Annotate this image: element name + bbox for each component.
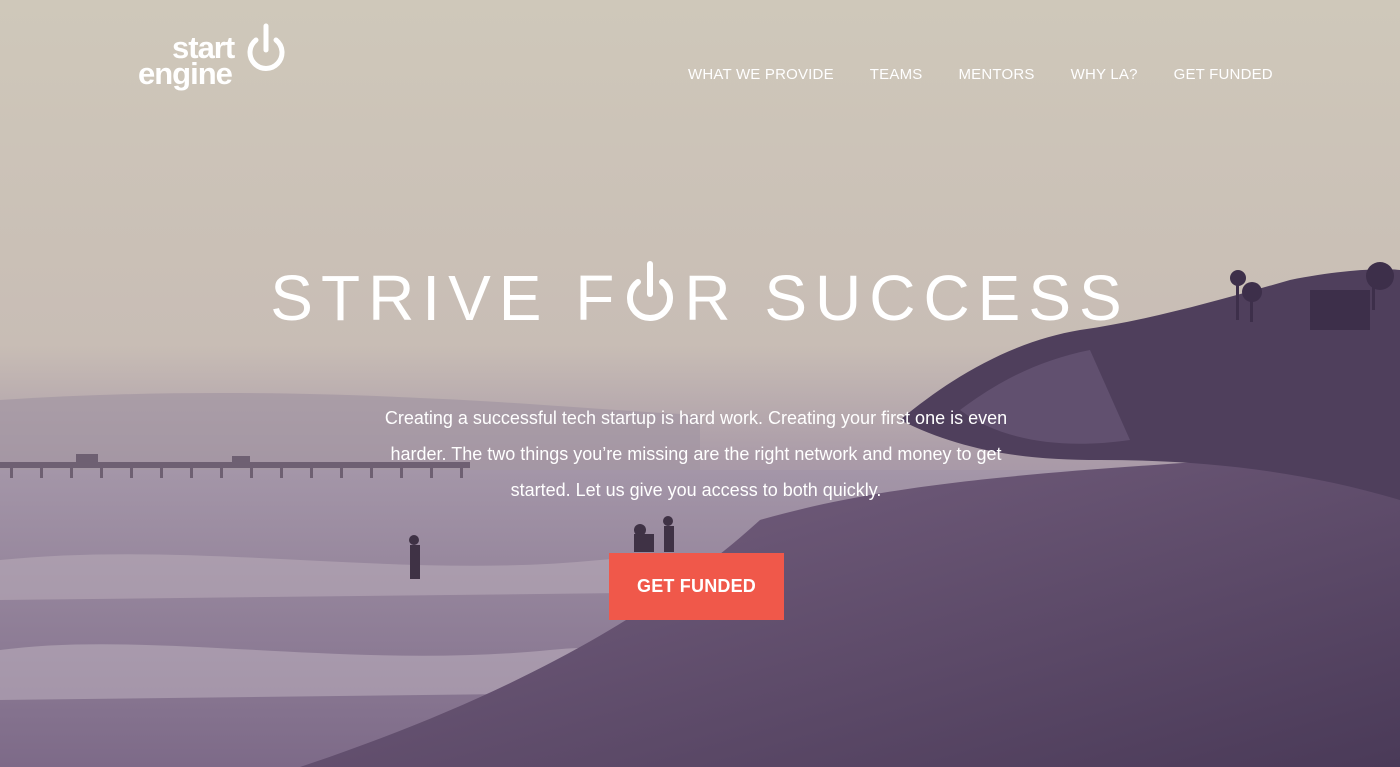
nav-item-teams[interactable]: TEAMS xyxy=(870,66,923,83)
nav-item-why-la[interactable]: WHY LA? xyxy=(1071,66,1138,83)
headline-text-end: R SUCCESS xyxy=(684,262,1130,335)
power-icon xyxy=(627,261,674,322)
beach-background-image xyxy=(0,0,1400,767)
hero-headline: STRIVE F R SUCCESS xyxy=(0,256,1400,335)
get-funded-button[interactable]: GET FUNDED xyxy=(609,553,784,620)
nav-item-mentors[interactable]: MENTORS xyxy=(958,66,1034,83)
power-icon xyxy=(247,23,285,71)
nav-item-what-we-provide[interactable]: WHAT WE PROVIDE xyxy=(688,66,834,83)
startengine-logo[interactable]: start engine xyxy=(138,22,298,94)
hero-description: Creating a successful tech startup is ha… xyxy=(384,408,1008,500)
headline-text-start: STRIVE F xyxy=(270,262,623,335)
nav-item-get-funded[interactable]: GET FUNDED xyxy=(1174,66,1273,83)
hero-section: start engine WHAT WE PROVIDE TEAMS MENTO… xyxy=(0,0,1400,767)
logo-text-engine: engine xyxy=(138,56,233,91)
main-navigation: WHAT WE PROVIDE TEAMS MENTORS WHY LA? GE… xyxy=(688,66,1273,83)
